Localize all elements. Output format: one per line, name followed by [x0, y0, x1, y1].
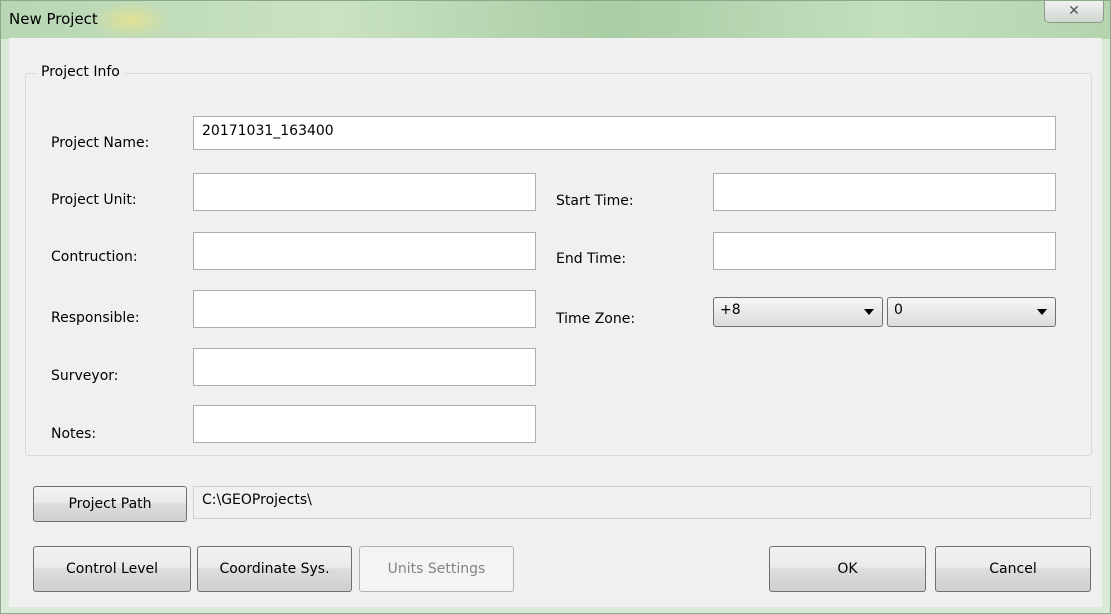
coordinate-sys-button[interactable]: Coordinate Sys. [197, 546, 352, 592]
time-zone-minutes-select[interactable]: 0 [887, 297, 1056, 327]
chevron-down-icon [864, 309, 874, 315]
chevron-down-icon [1037, 309, 1047, 315]
start-time-label: Start Time: [556, 193, 634, 209]
ok-button[interactable]: OK [769, 546, 926, 592]
project-path-field: C:\GEOProjects\ [193, 486, 1091, 519]
project-unit-label: Project Unit: [51, 192, 137, 208]
end-time-label: End Time: [556, 251, 627, 267]
project-name-field[interactable]: 20171031_163400 [193, 116, 1056, 150]
start-time-field[interactable] [713, 173, 1056, 211]
project-path-button[interactable]: Project Path [33, 486, 187, 522]
time-zone-label: Time Zone: [556, 311, 636, 327]
cancel-button[interactable]: Cancel [935, 546, 1091, 592]
control-level-button[interactable]: Control Level [33, 546, 191, 592]
units-settings-button[interactable]: Units Settings [359, 546, 514, 592]
responsible-field[interactable] [193, 290, 536, 328]
end-time-field[interactable] [713, 232, 1056, 270]
project-info-group-title: Project Info [36, 64, 125, 80]
notes-label: Notes: [51, 426, 97, 442]
title-bar-glow [91, 1, 171, 39]
close-button[interactable]: ✕ [1044, 1, 1104, 23]
window-title: New Project [9, 10, 98, 28]
time-zone-minutes-value: 0 [894, 302, 903, 318]
time-zone-hours-value: +8 [720, 302, 741, 318]
surveyor-label: Surveyor: [51, 368, 119, 384]
construction-field[interactable] [193, 232, 536, 270]
project-name-label: Project Name: [51, 135, 150, 151]
notes-field[interactable] [193, 405, 536, 443]
surveyor-field[interactable] [193, 348, 536, 386]
responsible-label: Responsible: [51, 310, 140, 326]
construction-label: Contruction: [51, 249, 138, 265]
close-icon: ✕ [1068, 3, 1080, 19]
project-unit-field[interactable] [193, 173, 536, 211]
time-zone-hours-select[interactable]: +8 [713, 297, 883, 327]
title-bar[interactable]: New Project ✕ [1, 1, 1110, 39]
